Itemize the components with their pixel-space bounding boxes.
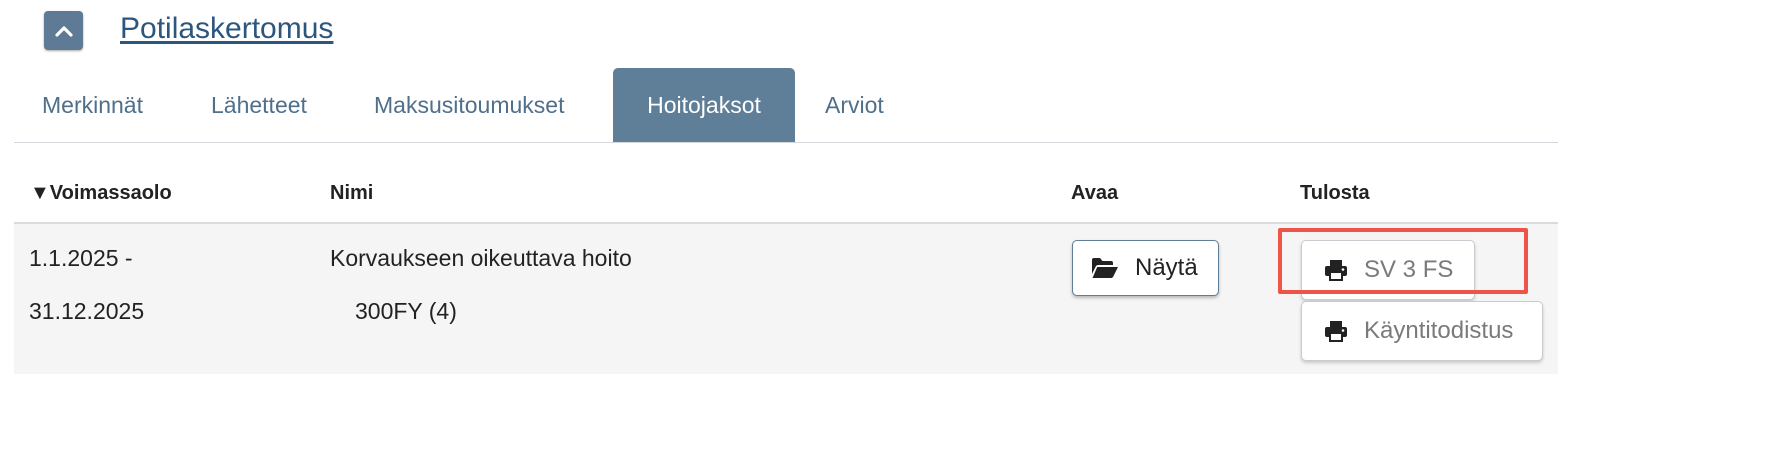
tab-lahetteet[interactable]: Lähetteet	[211, 68, 307, 142]
table-header: ▼Voimassaolo Nimi Avaa Tulosta	[14, 170, 1558, 224]
column-header-open: Avaa	[1071, 182, 1119, 204]
tab-bar: Merkinnät Lähetteet Maksusitoumukset Hoi…	[14, 68, 1558, 143]
print-sv3fs-button[interactable]: SV 3 FS	[1301, 240, 1475, 300]
folder-open-icon	[1091, 257, 1119, 279]
tab-maksusitoumukset[interactable]: Maksusitoumukset	[374, 68, 564, 142]
column-header-name: Nimi	[330, 182, 374, 204]
tab-arviot[interactable]: Arviot	[825, 68, 884, 142]
chevron-up-icon	[54, 25, 73, 37]
printer-icon	[1324, 259, 1348, 281]
validity-start: 1.1.2025 -	[29, 245, 133, 271]
collapse-section-button[interactable]	[44, 11, 83, 50]
open-button[interactable]: Näytä	[1072, 240, 1219, 296]
tab-merkinnat[interactable]: Merkinnät	[42, 68, 143, 142]
column-header-validity[interactable]: ▼Voimassaolo	[30, 182, 172, 205]
care-period-code: 300FY (4)	[355, 298, 457, 324]
print-sv3fs-label: SV 3 FS	[1364, 256, 1454, 283]
tab-hoitojaksot[interactable]: Hoitojaksot	[613, 68, 795, 142]
printer-icon	[1324, 320, 1348, 342]
care-period-name: Korvaukseen oikeuttava hoito	[330, 245, 632, 271]
open-button-label: Näytä	[1135, 254, 1198, 281]
validity-end: 31.12.2025	[29, 298, 145, 324]
table-row: 1.1.2025 - 31.12.2025 Korvaukseen oikeut…	[14, 224, 1558, 374]
print-visit-certificate-label: Käyntitodistus	[1364, 317, 1514, 344]
column-header-print: Tulosta	[1300, 182, 1370, 204]
print-visit-certificate-button[interactable]: Käyntitodistus	[1301, 301, 1543, 361]
section-title-link[interactable]: Potilaskertomus	[120, 10, 333, 48]
